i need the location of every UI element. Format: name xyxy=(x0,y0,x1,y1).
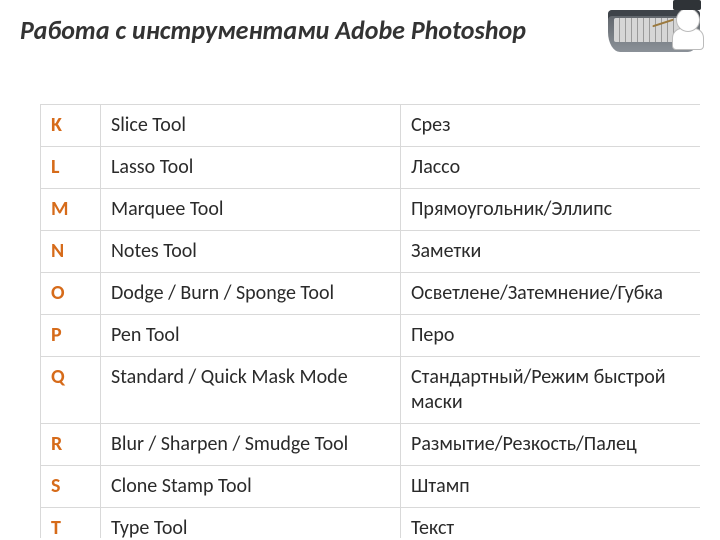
shortcut-key: K xyxy=(41,105,101,147)
tool-name-ru: Стандартный/Режим быстрой маски xyxy=(401,357,701,424)
table-viewport: K Slice Tool Срез L Lasso Tool Лассо M M… xyxy=(20,52,700,538)
table-row: M Marquee Tool Прямоугольник/Эллипс xyxy=(41,189,701,231)
tool-name-en: Type Tool xyxy=(101,508,401,539)
tool-name-en: Clone Stamp Tool xyxy=(101,466,401,508)
tool-name-en: Notes Tool xyxy=(101,231,401,273)
page-title: Работа с инструментами Adobe Photoshop xyxy=(20,14,526,46)
tool-name-en: Pen Tool xyxy=(101,315,401,357)
tool-name-ru: Размытие/Резкость/Палец xyxy=(401,424,701,466)
shortcut-key: R xyxy=(41,424,101,466)
tool-name-ru: Текст xyxy=(401,508,701,539)
table-row: T Type Tool Текст xyxy=(41,508,701,539)
table-row: S Clone Stamp Tool Штамп xyxy=(41,466,701,508)
shortcut-key: L xyxy=(41,147,101,189)
title-latin: Adobe Photoshop xyxy=(335,14,526,46)
table-row: Q Standard / Quick Mask Mode Стандартный… xyxy=(41,357,701,424)
tool-name-ru: Осветлене/Затемнение/Губка xyxy=(401,273,701,315)
table-row: N Notes Tool Заметки xyxy=(41,231,701,273)
tool-name-ru: Заметки xyxy=(401,231,701,273)
table-row: O Dodge / Burn / Sponge Tool Осветлене/З… xyxy=(41,273,701,315)
title-russian: Работа с инструментами xyxy=(20,14,329,46)
tool-name-ru: Перо xyxy=(401,315,701,357)
shortcut-key: S xyxy=(41,466,101,508)
shortcut-key: N xyxy=(41,231,101,273)
tool-name-ru: Срез xyxy=(401,105,701,147)
shortcut-key: T xyxy=(41,508,101,539)
shortcut-key: O xyxy=(41,273,101,315)
tool-name-ru: Штамп xyxy=(401,466,701,508)
tools-table: K Slice Tool Срез L Lasso Tool Лассо M M… xyxy=(40,104,700,538)
table-row: K Slice Tool Срез xyxy=(41,105,701,147)
tool-name-en: Dodge / Burn / Sponge Tool xyxy=(101,273,401,315)
tool-name-ru: Лассо xyxy=(401,147,701,189)
tool-name-ru: Прямоугольник/Эллипс xyxy=(401,189,701,231)
tool-name-en: Marquee Tool xyxy=(101,189,401,231)
table-row: L Lasso Tool Лассо xyxy=(41,147,701,189)
shortcut-key: M xyxy=(41,189,101,231)
table-row: P Pen Tool Перо xyxy=(41,315,701,357)
tool-name-en: Blur / Sharpen / Smudge Tool xyxy=(101,424,401,466)
shortcut-key: Q xyxy=(41,357,101,424)
tool-name-en: Slice Tool xyxy=(101,105,401,147)
table-row: R Blur / Sharpen / Smudge Tool Размытие/… xyxy=(41,424,701,466)
tool-name-en: Standard / Quick Mask Mode xyxy=(101,357,401,424)
shortcut-key: P xyxy=(41,315,101,357)
tool-name-en: Lasso Tool xyxy=(101,147,401,189)
